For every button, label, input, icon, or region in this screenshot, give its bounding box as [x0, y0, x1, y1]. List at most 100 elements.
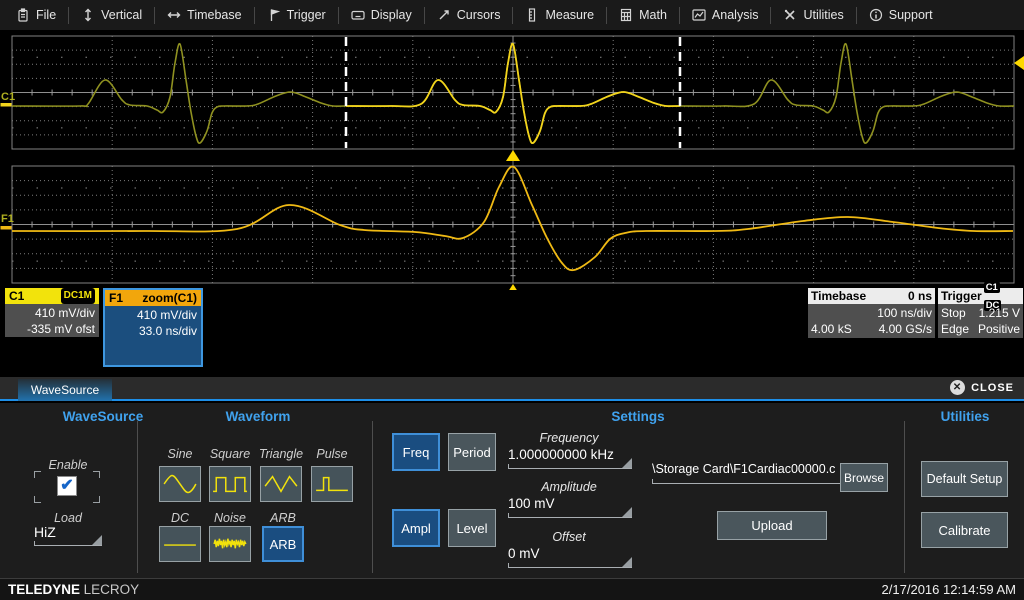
- trigger-title: Trigger: [941, 288, 982, 304]
- upload-button[interactable]: Upload: [717, 511, 827, 540]
- trigger-icon: [267, 8, 281, 22]
- tab-wavesource[interactable]: WaveSource: [18, 379, 112, 401]
- browse-button[interactable]: Browse: [840, 463, 888, 492]
- load-value: HiZ: [34, 524, 56, 540]
- trigger-header: Trigger C1 DC: [938, 288, 1023, 304]
- menu-utilities[interactable]: Utilities: [771, 0, 855, 30]
- file-path-field[interactable]: \Storage Card\F1Cardiac00000.c: [652, 462, 840, 484]
- timebase-title: Timebase: [811, 288, 866, 304]
- menu-display[interactable]: Display: [339, 0, 424, 30]
- level-button[interactable]: Level: [448, 509, 496, 547]
- menu-cursors[interactable]: Cursors: [425, 0, 513, 30]
- menu-label: Analysis: [712, 8, 759, 22]
- arb-button-label: ARB: [270, 537, 297, 552]
- frequency-field[interactable]: 1.000000000 kHz: [508, 447, 632, 469]
- section-divider: [904, 421, 905, 573]
- field-corner-icon: [622, 557, 632, 567]
- trigger-body: Stop 1.215 V Edge Positive: [938, 304, 1023, 338]
- pulse-icon: [314, 472, 350, 496]
- menu-analysis[interactable]: Analysis: [680, 0, 771, 30]
- f1-descriptor-body: 410 mV/div 33.0 ns/div: [105, 306, 201, 341]
- menu-label: Math: [639, 8, 667, 22]
- section-header-wavesource: WaveSource: [63, 409, 144, 424]
- triangle-waveform-button[interactable]: [260, 466, 302, 502]
- wavesource-dialog: WaveSource Waveform Settings Utilities E…: [0, 403, 1024, 578]
- amplitude-value: 100 mV: [508, 496, 555, 511]
- close-button[interactable]: ✕ CLOSE: [950, 380, 1014, 395]
- offset-field[interactable]: 0 mV: [508, 546, 632, 568]
- f1-descriptor-header: F1 zoom(C1): [105, 290, 201, 306]
- calibrate-button[interactable]: Calibrate: [921, 512, 1008, 548]
- menu-vertical[interactable]: Vertical: [69, 0, 154, 30]
- default-setup-button[interactable]: Default Setup: [921, 461, 1008, 497]
- frequency-value: 1.000000000 kHz: [508, 447, 614, 462]
- c1-descriptor-header: C1 DC1M: [5, 288, 99, 304]
- square-waveform-button[interactable]: [209, 466, 251, 502]
- status-bar: TELEDYNE LECROY 2/17/2016 12:14:59 AM: [0, 578, 1024, 600]
- period-button[interactable]: Period: [448, 433, 496, 471]
- c1-coupling-badge: DC1M: [61, 288, 95, 304]
- analysis-icon: [692, 8, 706, 22]
- dc-label: DC: [171, 511, 189, 525]
- oscilloscope-screen: FileVerticalTimebaseTriggerDisplayCursor…: [0, 0, 1024, 600]
- amplitude-field[interactable]: 100 mV: [508, 496, 632, 518]
- frequency-label: Frequency: [539, 431, 598, 445]
- c1-name: C1: [9, 288, 24, 304]
- noise-waveform-button[interactable]: [209, 526, 251, 562]
- offset-label: Offset: [552, 530, 585, 544]
- noise-label: Noise: [214, 511, 246, 525]
- section-header-utilities: Utilities: [941, 409, 990, 424]
- brand-bold: TELEDYNE: [8, 582, 80, 597]
- c1-descriptor[interactable]: C1 DC1M 410 mV/div -335 mV ofst: [5, 288, 99, 337]
- section-header-settings: Settings: [611, 409, 664, 424]
- enable-checkbox[interactable]: ✔: [57, 476, 77, 496]
- menu-timebase[interactable]: Timebase: [155, 0, 253, 30]
- ampl-button[interactable]: Ampl: [392, 509, 440, 547]
- trigger-level-marker[interactable]: [1014, 56, 1024, 70]
- menu-file[interactable]: File: [4, 0, 68, 30]
- field-corner-icon: [622, 507, 632, 517]
- datetime: 2/17/2016 12:14:59 AM: [882, 582, 1016, 597]
- load-select[interactable]: HiZ: [34, 524, 102, 546]
- menu-math[interactable]: Math: [607, 0, 679, 30]
- sine-label: Sine: [167, 447, 192, 461]
- menu-support[interactable]: Support: [857, 0, 945, 30]
- trigger-slope: Positive: [978, 321, 1020, 337]
- menu-measure[interactable]: Measure: [513, 0, 606, 30]
- square-label: Square: [210, 447, 250, 461]
- utilities-icon: [783, 8, 797, 22]
- f1-descriptor[interactable]: F1 zoom(C1) 410 mV/div 33.0 ns/div: [103, 288, 203, 367]
- c1-zero-marker[interactable]: [1, 103, 12, 107]
- freq-button[interactable]: Freq: [392, 433, 440, 471]
- timebase-per-div: 100 ns/div: [811, 305, 932, 321]
- f1-name: F1: [109, 290, 123, 306]
- arb-waveform-button[interactable]: ARB: [262, 526, 304, 562]
- pulse-waveform-button[interactable]: [311, 466, 353, 502]
- support-icon: [869, 8, 883, 22]
- c1-trace-label: C1: [1, 91, 15, 103]
- menu-label: Vertical: [101, 8, 142, 22]
- checkmark-icon: ✔: [60, 477, 73, 494]
- f1-zero-marker[interactable]: [1, 226, 12, 230]
- amplitude-label: Amplitude: [541, 480, 597, 494]
- menu-trigger[interactable]: Trigger: [255, 0, 338, 30]
- close-icon: ✕: [950, 380, 965, 395]
- trigger-summary[interactable]: Trigger C1 DC Stop 1.215 V Edge Positive: [938, 288, 1023, 338]
- sine-waveform-button[interactable]: [159, 466, 201, 502]
- timebase-header: Timebase 0 ns: [808, 288, 935, 304]
- noise-icon: [212, 532, 248, 556]
- sine-icon: [162, 472, 198, 496]
- close-label: CLOSE: [971, 382, 1014, 394]
- dc-waveform-button[interactable]: [159, 526, 201, 562]
- trigger-position-marker[interactable]: [506, 150, 520, 161]
- measure-icon: [525, 8, 539, 22]
- zoom-trigger-position-marker[interactable]: [506, 284, 520, 290]
- menu-label: Display: [371, 8, 412, 22]
- trigger-type: Edge: [941, 321, 969, 337]
- dialog-tab-bar: WaveSource ✕ CLOSE: [0, 377, 1024, 401]
- dropdown-corner-icon: [92, 535, 102, 545]
- timebase-summary[interactable]: Timebase 0 ns 100 ns/div 4.00 kS 4.00 GS…: [808, 288, 935, 338]
- load-label: Load: [54, 511, 82, 525]
- section-divider: [137, 421, 138, 573]
- dc-icon: [162, 532, 198, 556]
